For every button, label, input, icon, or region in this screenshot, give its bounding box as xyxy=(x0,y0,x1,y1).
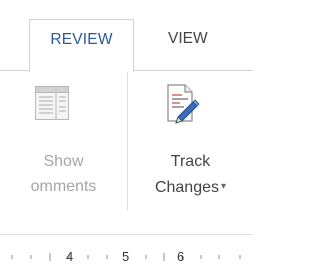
track-changes-label-text: Changes xyxy=(154,179,219,196)
track-changes-label: Track Changes ▾ xyxy=(128,149,253,200)
track-changes-label-line1: Track xyxy=(170,153,211,170)
tab-review[interactable]: REVIEW xyxy=(29,19,134,72)
track-changes-button[interactable]: Track Changes ▾ xyxy=(128,71,253,211)
ruler-number-5: 5 xyxy=(122,249,130,264)
track-changes-icon xyxy=(167,84,200,124)
ribbon-panel: Show omments Track Changes ▾ xyxy=(0,71,253,226)
track-changes-label-line2: Changes ▾ xyxy=(128,174,253,200)
ribbon-tab-bar: REVIEW VIEW xyxy=(0,0,253,72)
show-comments-label-line2: omments xyxy=(30,178,97,195)
ruler-number-4: 4 xyxy=(66,249,74,264)
tab-review-label: REVIEW xyxy=(50,31,113,48)
show-comments-label: Show omments xyxy=(0,149,127,199)
show-comments-label-line1: Show xyxy=(43,153,84,170)
show-comments-button[interactable]: Show omments xyxy=(0,71,127,211)
ruler-number-6: 6 xyxy=(177,249,185,264)
show-comments-icon xyxy=(35,86,69,120)
tab-view[interactable]: VIEW xyxy=(168,30,208,48)
horizontal-ruler[interactable]: 4 5 6 xyxy=(0,234,253,278)
chevron-down-icon[interactable]: ▾ xyxy=(221,181,226,192)
